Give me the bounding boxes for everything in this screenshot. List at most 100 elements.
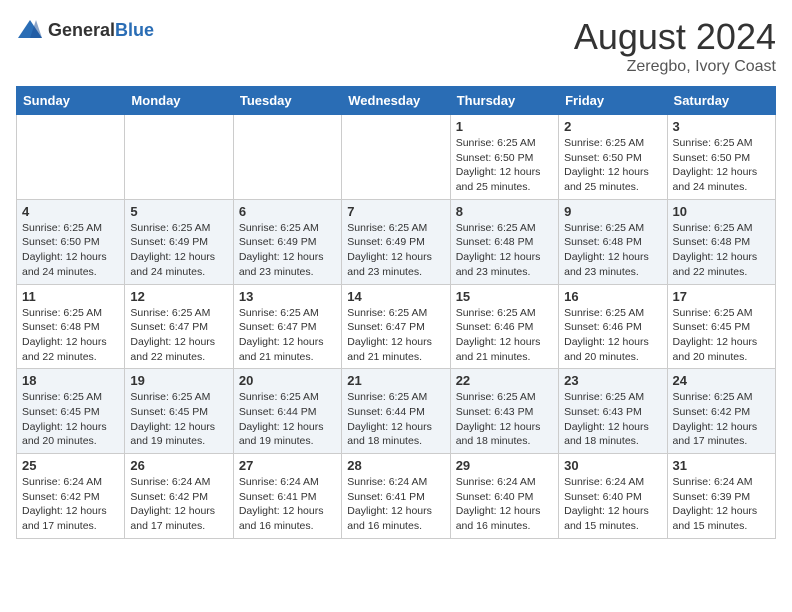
- calendar-cell: 13Sunrise: 6:25 AMSunset: 6:47 PMDayligh…: [233, 284, 341, 369]
- day-info: Sunrise: 6:25 AMSunset: 6:44 PMDaylight:…: [239, 390, 336, 449]
- calendar-cell: 31Sunrise: 6:24 AMSunset: 6:39 PMDayligh…: [667, 454, 775, 539]
- day-info: Sunrise: 6:25 AMSunset: 6:48 PMDaylight:…: [673, 221, 770, 280]
- day-number: 30: [564, 458, 661, 473]
- sunset-text: Sunset: 6:40 PM: [456, 491, 534, 503]
- sunrise-text: Sunrise: 6:25 AM: [456, 222, 536, 234]
- day-info: Sunrise: 6:25 AMSunset: 6:50 PMDaylight:…: [22, 221, 119, 280]
- header-day-thursday: Thursday: [450, 87, 558, 115]
- day-info: Sunrise: 6:25 AMSunset: 6:50 PMDaylight:…: [456, 136, 553, 195]
- logo-general-text: General: [48, 20, 115, 40]
- sunset-text: Sunset: 6:49 PM: [130, 236, 208, 248]
- calendar-cell: 24Sunrise: 6:25 AMSunset: 6:42 PMDayligh…: [667, 369, 775, 454]
- day-info: Sunrise: 6:25 AM Sunset: 6:47 PM Daylight:…: [130, 306, 227, 365]
- day-info: Sunrise: 6:24 AMSunset: 6:42 PMDaylight:…: [22, 475, 119, 534]
- sunset-text: Sunset: 6:47 PM: [347, 321, 425, 333]
- sunrise-text: Sunrise: 6:25 AM: [564, 307, 644, 319]
- day-number: 5: [130, 204, 227, 219]
- sunset-text: Sunset: 6:50 PM: [673, 152, 751, 164]
- day-number: 21: [347, 373, 444, 388]
- day-info: Sunrise: 6:24 AMSunset: 6:40 PMDaylight:…: [564, 475, 661, 534]
- day-info: Sunrise: 6:25 AMSunset: 6:43 PMDaylight:…: [456, 390, 553, 449]
- header-day-friday: Friday: [559, 87, 667, 115]
- day-info: Sunrise: 6:25 AM Sunset: 6:48 PM Daylight:…: [456, 221, 553, 280]
- daylight-text: Daylight: 12 hours and 15 minutes.: [564, 505, 649, 532]
- daylight-text: Daylight: 12 hours and 22 minutes.: [130, 336, 215, 363]
- day-number: 16: [564, 289, 661, 304]
- calendar-cell: [125, 115, 233, 200]
- daylight-text: Daylight: 12 hours and 16 minutes.: [239, 505, 324, 532]
- logo-blue-text: Blue: [115, 20, 154, 40]
- sunrise-text: Sunrise: 6:24 AM: [239, 476, 319, 488]
- daylight-text: Daylight: 12 hours and 23 minutes.: [239, 251, 324, 278]
- calendar-cell: 7Sunrise: 6:25 AMSunset: 6:49 PMDaylight…: [342, 199, 450, 284]
- header-row: SundayMondayTuesdayWednesdayThursdayFrid…: [17, 87, 776, 115]
- calendar-cell: 11Sunrise: 6:25 AMSunset: 6:48 PMDayligh…: [17, 284, 125, 369]
- day-info: Sunrise: 6:24 AMSunset: 6:42 PMDaylight:…: [130, 475, 227, 534]
- header-day-monday: Monday: [125, 87, 233, 115]
- day-number: 12: [130, 289, 227, 304]
- calendar-cell: 19Sunrise: 6:25 AMSunset: 6:45 PMDayligh…: [125, 369, 233, 454]
- sunrise-text: Sunrise: 6:24 AM: [130, 476, 210, 488]
- day-number: 2: [564, 119, 661, 134]
- calendar-cell: 8Sunrise: 6:25 AMSunset: 6:48 PMDaylight…: [450, 199, 558, 284]
- calendar-cell: 14Sunrise: 6:25 AMSunset: 6:47 PMDayligh…: [342, 284, 450, 369]
- sunset-text: Sunset: 6:50 PM: [564, 152, 642, 164]
- day-info: Sunrise: 6:24 AMSunset: 6:40 PMDaylight:…: [456, 475, 553, 534]
- sunrise-text: Sunrise: 6:25 AM: [239, 222, 319, 234]
- sunset-text: Sunset: 6:45 PM: [673, 321, 751, 333]
- week-row-4: 18 Sunrise: 6:25 AMSunset: 6:45 PMDayligh…: [17, 369, 776, 454]
- day-number: 9: [564, 204, 661, 219]
- header-day-wednesday: Wednesday: [342, 87, 450, 115]
- day-info: Sunrise: 6:25 AMSunset: 6:45 PMDaylight:…: [22, 390, 119, 449]
- sunrise-text: Sunrise: 6:25 AM: [564, 137, 644, 149]
- day-info: Sunrise: 6:25 AMSunset: 6:50 PMDaylight:…: [564, 136, 661, 195]
- day-number: 28: [347, 458, 444, 473]
- sunset-text: Sunset: 6:46 PM: [564, 321, 642, 333]
- day-info: Sunrise: 6:25 AMSunset: 6:48 PMDaylight:…: [564, 221, 661, 280]
- sunset-text: Sunset: 6:42 PM: [673, 406, 751, 418]
- sunrise-text: Sunrise: 6:25 AM: [347, 222, 427, 234]
- sunset-text: Sunset: 6:48 PM: [456, 236, 534, 248]
- daylight-text: Daylight: 12 hours and 15 minutes.: [673, 505, 758, 532]
- daylight-text: Daylight: 12 hours and 21 minutes.: [347, 336, 432, 363]
- calendar-title: August 2024: [574, 16, 776, 58]
- sunset-text: Sunset: 6:47 PM: [130, 321, 208, 333]
- day-number: 17: [673, 289, 770, 304]
- daylight-text: Daylight: 12 hours and 19 minutes.: [130, 421, 215, 448]
- daylight-text: Daylight: 12 hours and 21 minutes.: [456, 336, 541, 363]
- header-day-saturday: Saturday: [667, 87, 775, 115]
- sunrise-text: Sunrise: 6:25 AM: [673, 222, 753, 234]
- calendar-cell: 3Sunrise: 6:25 AMSunset: 6:50 PMDaylight…: [667, 115, 775, 200]
- daylight-text: Daylight: 12 hours and 17 minutes.: [673, 421, 758, 448]
- calendar-cell: 15Sunrise: 6:25 AMSunset: 6:46 PMDayligh…: [450, 284, 558, 369]
- daylight-text: Daylight: 12 hours and 16 minutes.: [456, 505, 541, 532]
- day-info: Sunrise: 6:25 AMSunset: 6:43 PMDaylight:…: [564, 390, 661, 449]
- sunset-text: Sunset: 6:50 PM: [456, 152, 534, 164]
- sunrise-text: Sunrise: 6:25 AM: [22, 222, 102, 234]
- calendar-cell: 25Sunrise: 6:24 AMSunset: 6:42 PMDayligh…: [17, 454, 125, 539]
- sunrise-text: Sunrise: 6:25 AM: [456, 307, 536, 319]
- day-number: 24: [673, 373, 770, 388]
- daylight-text: Daylight: 12 hours and 21 minutes.: [239, 336, 324, 363]
- daylight-text: Daylight: 12 hours and 23 minutes.: [456, 251, 541, 278]
- day-number: 26: [130, 458, 227, 473]
- calendar-cell: [342, 115, 450, 200]
- page-header: GeneralBlue August 2024 Zeregbo, Ivory C…: [16, 16, 776, 76]
- day-number: 11: [22, 289, 119, 304]
- daylight-text: Daylight: 12 hours and 24 minutes.: [673, 166, 758, 193]
- day-info: Sunrise: 6:24 AMSunset: 6:41 PMDaylight:…: [239, 475, 336, 534]
- header-day-sunday: Sunday: [17, 87, 125, 115]
- daylight-text: Daylight: 12 hours and 24 minutes.: [130, 251, 215, 278]
- day-number: 18: [22, 373, 119, 388]
- day-number: 27: [239, 458, 336, 473]
- day-number: 15: [456, 289, 553, 304]
- sunrise-text: Sunrise: 6:25 AM: [130, 307, 210, 319]
- day-info: Sunrise: 6:25 AMSunset: 6:44 PMDaylight:…: [347, 390, 444, 449]
- sunset-text: Sunset: 6:49 PM: [239, 236, 317, 248]
- sunset-text: Sunset: 6:45 PM: [22, 406, 100, 418]
- sunset-text: Sunset: 6:43 PM: [564, 406, 642, 418]
- sunset-text: Sunset: 6:42 PM: [22, 491, 100, 503]
- sunrise-text: Sunrise: 6:24 AM: [347, 476, 427, 488]
- day-number: 22: [456, 373, 553, 388]
- sunset-text: Sunset: 6:39 PM: [673, 491, 751, 503]
